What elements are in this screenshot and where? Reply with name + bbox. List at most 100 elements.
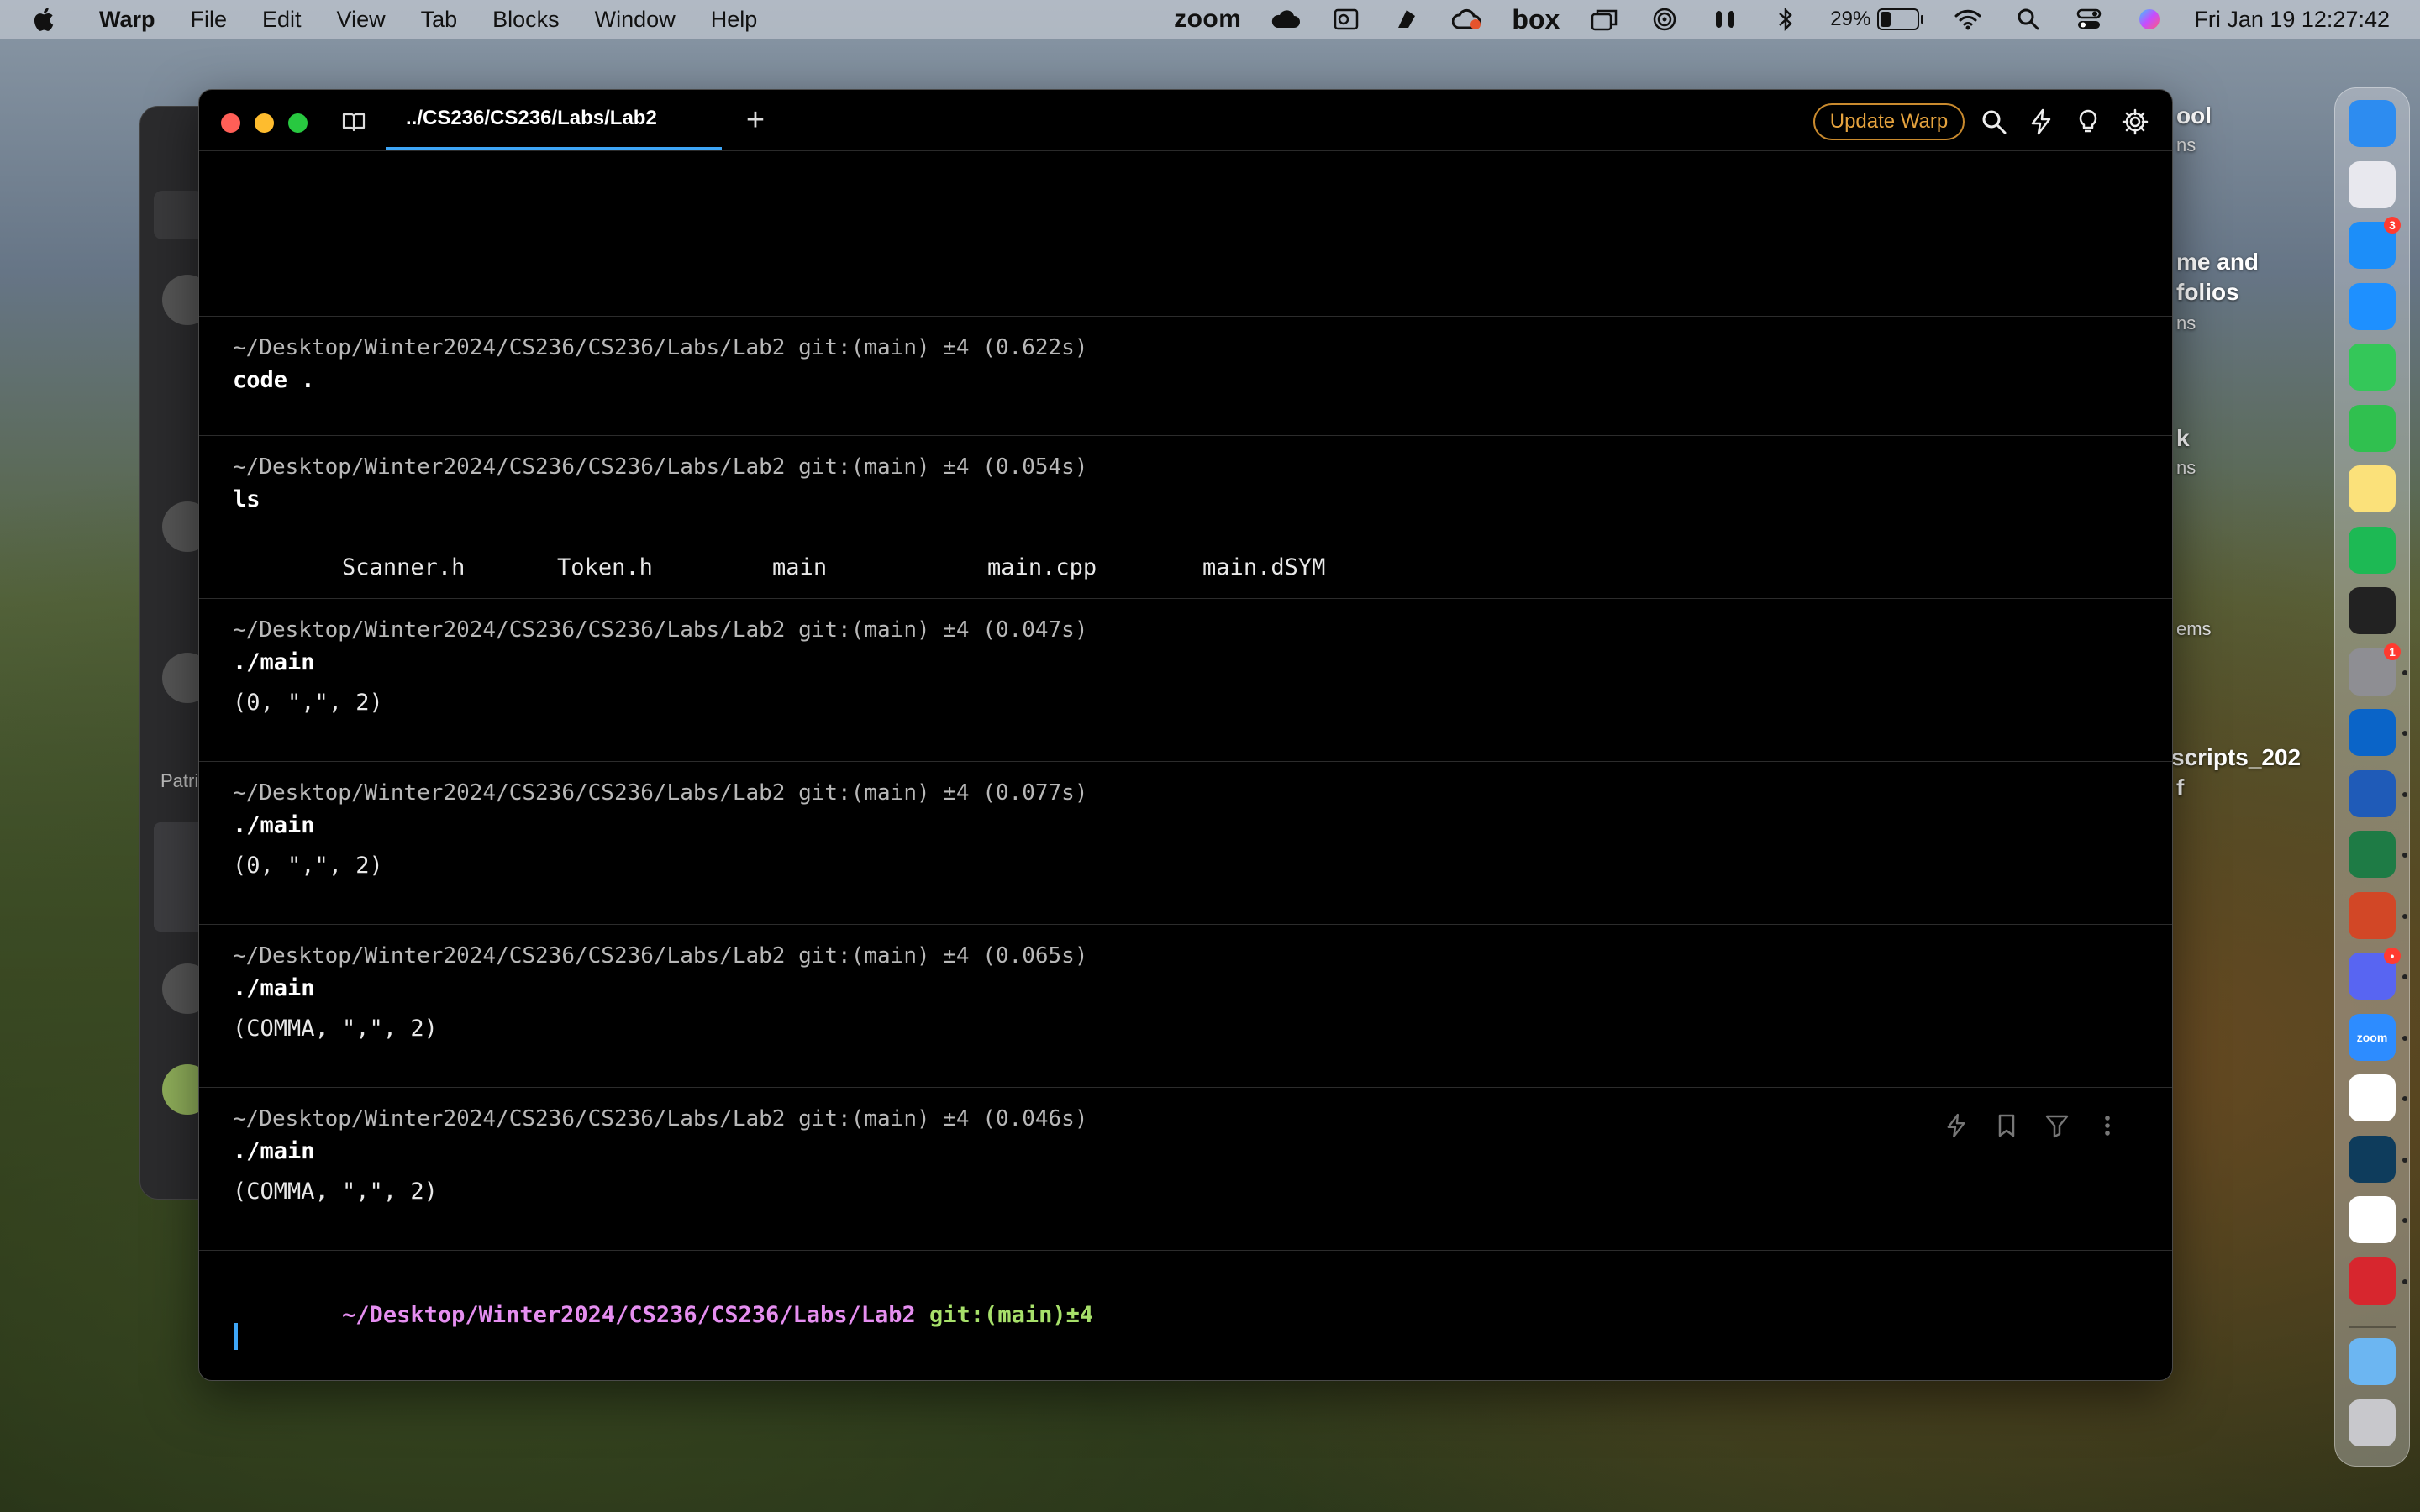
desktop-file-label[interactable]: scripts_202 <box>2171 744 2301 771</box>
bg-search-field[interactable] <box>154 191 204 239</box>
update-warp-button[interactable]: Update Warp <box>1813 103 1965 140</box>
box-status-icon[interactable]: box <box>1512 4 1560 35</box>
menu-blocks[interactable]: Blocks <box>492 7 560 33</box>
wifi-icon[interactable] <box>1952 8 1984 31</box>
menu-view[interactable]: View <box>337 7 386 33</box>
menu-tab[interactable]: Tab <box>421 7 458 33</box>
desktop-file-label[interactable]: me and <box>2176 249 2259 276</box>
dock-warp-icon[interactable] <box>2349 1135 2396 1183</box>
dock-messages-icon[interactable] <box>2349 344 2396 391</box>
dock-outlook-icon[interactable] <box>2349 709 2396 756</box>
block-output: (0, ",", 2) <box>233 853 383 879</box>
prompt-path: ~/Desktop/Winter2024/CS236/CS236/Labs/La… <box>342 1302 916 1328</box>
dock-finder-icon[interactable] <box>2349 100 2396 147</box>
menu-edit[interactable]: Edit <box>262 7 302 33</box>
desktop-file-label[interactable]: f <box>2176 774 2184 801</box>
close-window-button[interactable] <box>221 113 240 133</box>
dock-zoom-icon[interactable]: zoom <box>2349 1013 2396 1061</box>
battery-icon <box>1877 8 1920 30</box>
minimize-window-button[interactable] <box>255 113 274 133</box>
spotlight-search-icon[interactable] <box>2012 8 2044 31</box>
dock-facetime-icon[interactable] <box>2349 404 2396 452</box>
dock-acrobat-icon[interactable] <box>2349 1257 2396 1305</box>
desktop-file-sub: ns <box>2176 134 2196 155</box>
battery-percent: 29% <box>1830 8 1871 30</box>
creative-cloud-icon[interactable] <box>1451 8 1483 31</box>
block-prompt: ~/Desktop/Winter2024/CS236/CS236/Labs/La… <box>233 1106 1088 1131</box>
tab-lab2[interactable]: ../CS236/CS236/Labs/Lab2 <box>386 90 722 150</box>
dock-word-icon[interactable] <box>2349 769 2396 817</box>
menu-help[interactable]: Help <box>711 7 758 33</box>
running-indicator <box>2402 974 2407 979</box>
dock-downloads-icon[interactable] <box>2349 1338 2396 1385</box>
dock-powerpoint-icon[interactable] <box>2349 891 2396 939</box>
dock-discord-icon[interactable]: • <box>2349 948 2401 1000</box>
text-cursor[interactable] <box>234 1323 238 1350</box>
notification-badge: 1 <box>2384 643 2401 660</box>
block-prompt: ~/Desktop/Winter2024/CS236/CS236/Labs/La… <box>233 454 1088 480</box>
airpods-icon[interactable] <box>1709 8 1741 31</box>
desktop-file-label[interactable]: ool <box>2176 102 2212 129</box>
file-entry: Scanner.h <box>342 554 466 580</box>
running-indicator <box>2402 669 2407 675</box>
new-tab-button[interactable]: + <box>737 102 774 139</box>
notification-badge: 3 <box>2384 217 2401 234</box>
dock-trash-icon[interactable] <box>2349 1399 2396 1446</box>
menu-app-name[interactable]: Warp <box>99 7 155 33</box>
menu-file[interactable]: File <box>191 7 228 33</box>
running-indicator <box>2402 731 2407 736</box>
command-block[interactable]: ~/Desktop/Winter2024/CS236/CS236/Labs/La… <box>199 599 2172 762</box>
workflows-lightning-icon[interactable] <box>2028 108 2054 135</box>
settings-gear-icon[interactable] <box>2122 108 2149 135</box>
zoom-status-icon[interactable]: zoom <box>1174 5 1241 34</box>
menu-window[interactable]: Window <box>595 7 676 33</box>
dock-notes-icon[interactable] <box>2349 465 2396 512</box>
airdrop-icon[interactable] <box>1649 8 1681 31</box>
warp-drive-icon[interactable] <box>340 108 367 135</box>
dock: 3 1 • zoom <box>2334 87 2410 1467</box>
cloud-icon[interactable] <box>1270 8 1302 31</box>
app-status-icon[interactable] <box>1391 8 1423 31</box>
more-options-icon[interactable] <box>2093 1111 2122 1140</box>
battery-indicator[interactable]: 29% <box>1830 8 1924 31</box>
command-block[interactable]: ~/Desktop/Winter2024/CS236/CS236/Labs/La… <box>199 317 2172 436</box>
block-ai-lightning-icon[interactable] <box>1942 1111 1970 1140</box>
dock-excel-icon[interactable] <box>2349 831 2396 878</box>
file-entry: main.cpp <box>987 554 1097 580</box>
control-center-icon[interactable] <box>2073 8 2105 31</box>
command-block[interactable]: ~/Desktop/Winter2024/CS236/CS236/Labs/La… <box>199 436 2172 599</box>
dock-safari-icon[interactable] <box>2349 282 2396 330</box>
search-icon[interactable] <box>1981 108 2007 135</box>
running-indicator <box>2402 1278 2407 1284</box>
block-command: code . <box>233 367 315 393</box>
dock-app-store-icon[interactable]: 3 <box>2349 217 2401 269</box>
command-block[interactable]: ~/Desktop/Winter2024/CS236/CS236/Labs/La… <box>199 925 2172 1088</box>
filter-icon[interactable] <box>2043 1111 2071 1140</box>
block-command: ls <box>233 486 260 512</box>
ls-output: Scanner.h Token.h main main.cpp main.dSYM <box>233 528 1325 606</box>
dock-spotify-icon[interactable] <box>2349 526 2396 574</box>
command-block[interactable]: ~/Desktop/Winter2024/CS236/CS236/Labs/La… <box>199 1088 2172 1251</box>
dock-terminal-icon[interactable] <box>2349 587 2396 634</box>
clock[interactable]: Fri Jan 19 12:27:42 <box>2194 7 2390 33</box>
tips-lightbulb-icon[interactable] <box>2075 108 2102 135</box>
bookmark-icon[interactable] <box>1992 1111 2021 1140</box>
block-actions <box>1920 1111 2122 1140</box>
dock-vs-code-icon[interactable] <box>2349 1196 2396 1243</box>
battery-fill <box>1881 12 1891 27</box>
dock-launchpad-icon[interactable] <box>2349 160 2396 208</box>
dock-system-settings-icon[interactable]: 1 <box>2349 643 2401 696</box>
block-output: (0, ",", 2) <box>233 690 383 716</box>
zoom-window-button[interactable] <box>288 113 308 133</box>
desktop-file-label[interactable]: folios <box>2176 279 2239 306</box>
windows-icon[interactable] <box>1588 8 1620 31</box>
dock-slack-icon[interactable] <box>2349 1074 2396 1121</box>
bluetooth-icon[interactable] <box>1770 7 1802 32</box>
input-editor[interactable]: ~/Desktop/Winter2024/CS236/CS236/Labs/La… <box>199 1251 2172 1380</box>
siri-icon[interactable] <box>2133 8 2165 31</box>
outlook-status-icon[interactable] <box>1330 8 1362 31</box>
command-block[interactable]: ~/Desktop/Winter2024/CS236/CS236/Labs/La… <box>199 762 2172 925</box>
apple-menu-icon[interactable] <box>30 6 55 33</box>
desktop-file-label[interactable]: k <box>2176 425 2190 452</box>
running-indicator <box>2402 1035 2407 1041</box>
